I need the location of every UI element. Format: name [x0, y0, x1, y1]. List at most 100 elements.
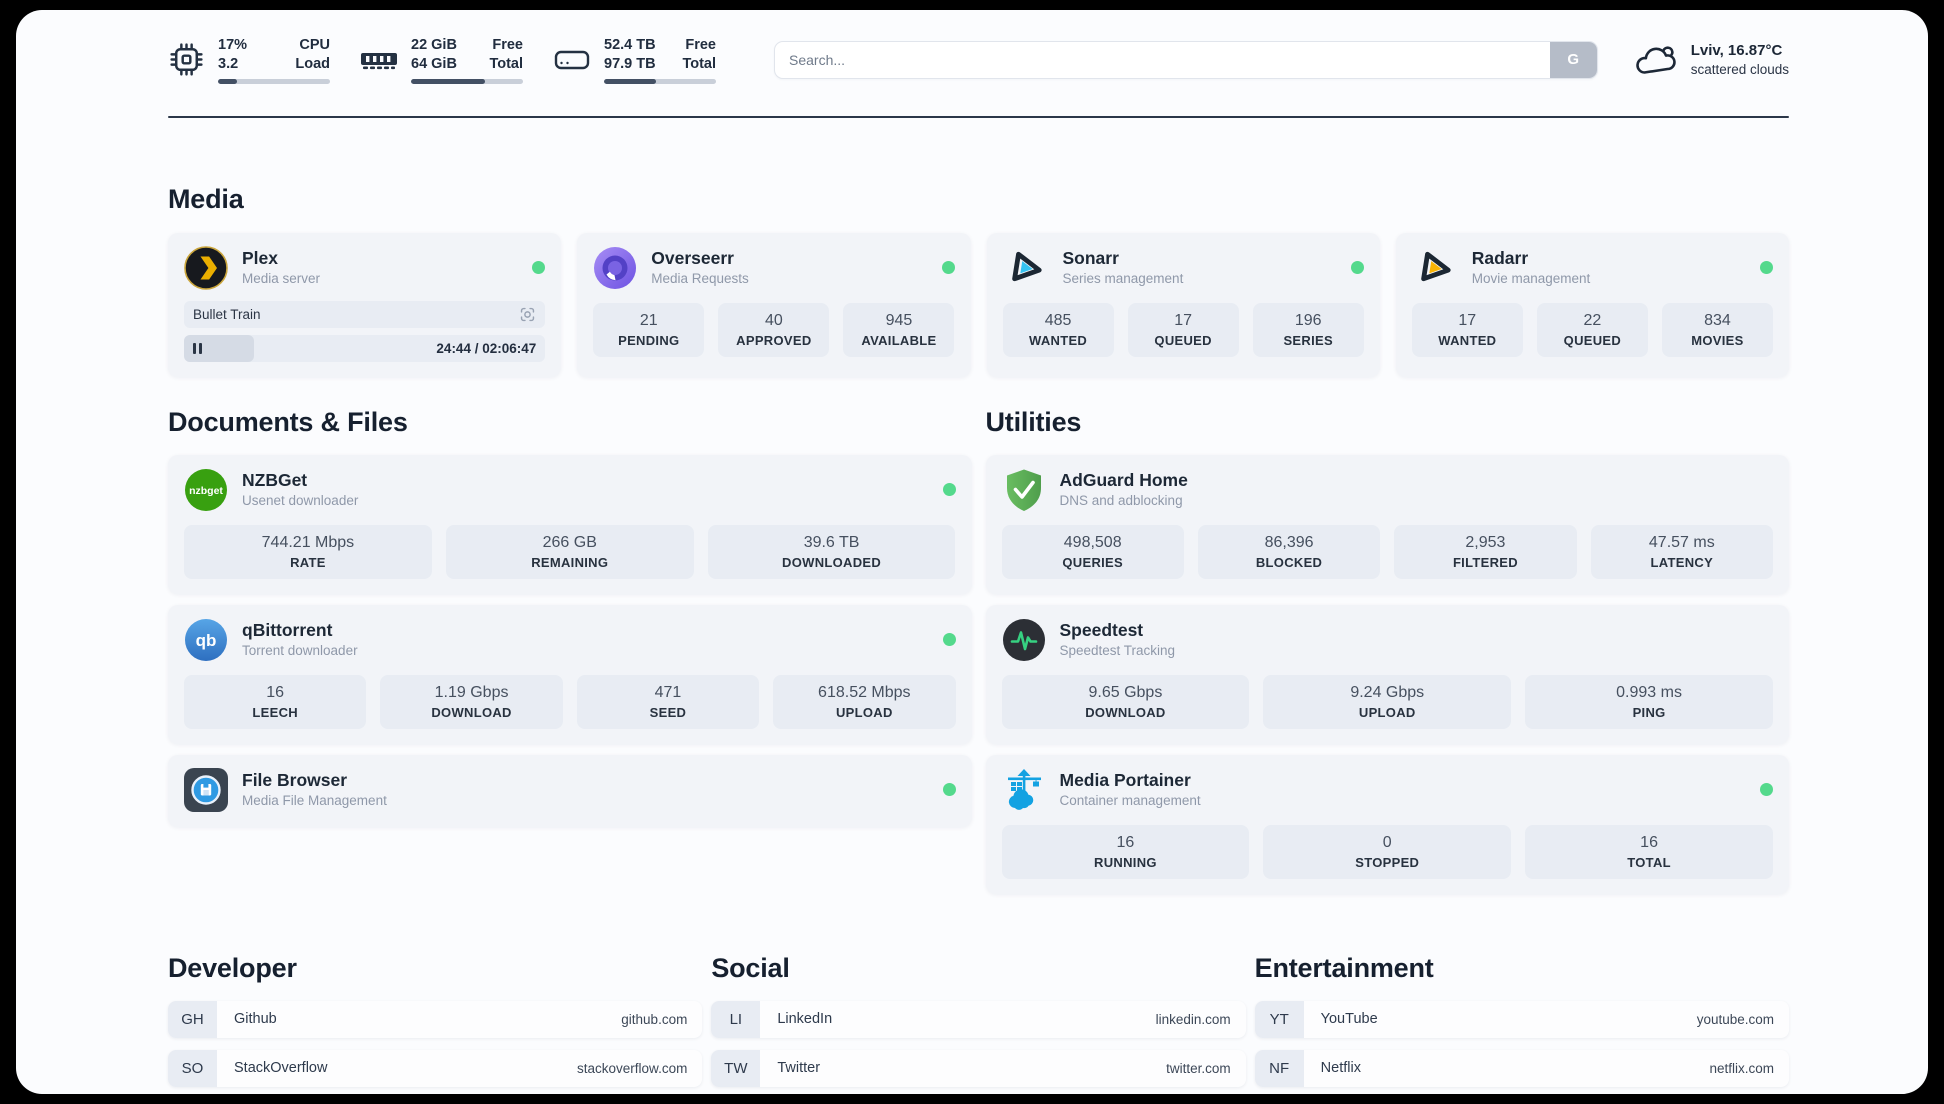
session-capture-icon[interactable] [519, 306, 536, 323]
stat-upload: 9.24 Gbps UPLOAD [1263, 674, 1512, 729]
app-card-sonarr[interactable]: Sonarr Series management 485 WANTED 17 Q… [986, 232, 1380, 377]
app-name: Overseerr [651, 248, 734, 268]
app-subtitle: Media server [242, 271, 321, 286]
status-online-dot [1760, 783, 1773, 796]
stat-rate: 744.21 Mbps RATE [184, 524, 432, 579]
stat-blocked: 86,396 BLOCKED [1197, 524, 1381, 579]
nzbget-icon: nzbget [185, 468, 227, 511]
bookmark-netflix[interactable]: NF Netflix netflix.com [1254, 1049, 1789, 1087]
scattered-clouds-icon [1635, 46, 1676, 74]
search-engine-button[interactable]: G [1549, 41, 1597, 78]
weather-widget: Lviv, 16.87°C scattered clouds [1632, 41, 1789, 79]
cpu-icon [170, 43, 203, 76]
cpu-load-label: Load [295, 56, 330, 72]
plex-icon [184, 245, 228, 290]
section-title-social: Social [711, 952, 790, 983]
app-card-adguard[interactable]: AdGuard Home DNS and adblocking 498,508 … [985, 454, 1789, 594]
app-subtitle: Torrent downloader [242, 643, 358, 658]
memory-widget: 22 GiB 64 GiB Free Total [360, 36, 523, 84]
now-playing-title: Bullet Train [193, 306, 261, 322]
cpu-label: CPU [299, 37, 330, 53]
memory-progress-fill [411, 79, 485, 84]
svg-text:nzbget: nzbget [189, 485, 223, 497]
media-grid: Plex Media server Bullet Train 24:44 / 0… [168, 232, 1789, 377]
app-name: Radarr [1471, 248, 1529, 268]
stat-seed: 471 SEED [576, 674, 760, 729]
section-title-documents: Documents & Files [168, 406, 408, 437]
memory-free-label: Free [492, 37, 523, 53]
memory-total-label: Total [489, 56, 523, 72]
radarr-icon [1420, 251, 1451, 281]
bookmark-youtube[interactable]: YT YouTube youtube.com [1254, 1000, 1789, 1038]
app-card-overseerr[interactable]: Overseerr Media Requests 21 PENDING 40 A… [577, 232, 971, 377]
app-name: Sonarr [1062, 248, 1119, 268]
app-name: AdGuard Home [1059, 470, 1188, 490]
stat-series: 196 SERIES [1252, 302, 1364, 357]
bookmark-twitter[interactable]: TW Twitter twitter.com [711, 1049, 1246, 1087]
top-bar: 17% 3.2 CPU Load 22 GiB 64 GiB Free Tota… [168, 36, 1789, 84]
filebrowser-icon [184, 767, 228, 812]
stat-downloaded: 39.6 TB DOWNLOADED [707, 524, 956, 579]
status-online-dot [1350, 261, 1364, 274]
app-card-speedtest[interactable]: Speedtest Speedtest Tracking 9.65 Gbps D… [985, 604, 1789, 744]
overseerr-icon [594, 246, 637, 289]
app-subtitle: Speedtest Tracking [1059, 643, 1176, 658]
bookmark-github[interactable]: GH Github github.com [168, 1000, 703, 1038]
bookmark-badge: LI [711, 1000, 761, 1038]
app-subtitle: Movie management [1471, 271, 1591, 286]
stat-pending: 21 PENDING [593, 302, 705, 357]
dashboard-page: 17% 3.2 CPU Load 22 GiB 64 GiB Free Tota… [16, 10, 1928, 1094]
bookmark-stackoverflow[interactable]: SO StackOverflow stackoverflow.com [168, 1049, 703, 1087]
stat-upload: 618.52 Mbps UPLOAD [773, 674, 956, 729]
section-title-entertainment: Entertainment [1254, 952, 1434, 983]
stat-leech: 16 LEECH [184, 674, 367, 729]
bookmark-linkedin[interactable]: LI LinkedIn linkedin.com [711, 1000, 1246, 1038]
stat-wanted: 17 WANTED [1411, 302, 1523, 357]
app-name: Speedtest [1059, 620, 1144, 640]
weather-location-temp: Lviv, 16.87°C [1690, 41, 1783, 59]
now-playing-progress-row[interactable]: 24:44 / 02:06:47 [184, 334, 546, 362]
stat-latency: 47.57 ms LATENCY [1590, 524, 1773, 579]
portainer-icon [1007, 768, 1041, 810]
app-card-portainer[interactable]: Media Portainer Container management 16 … [985, 754, 1789, 894]
stat-approved: 40 APPROVED [718, 302, 830, 357]
sonarr-icon [1011, 251, 1042, 281]
disk-free-label: Free [685, 37, 716, 53]
app-subtitle: Usenet downloader [242, 493, 359, 508]
app-card-qbittorrent[interactable]: qb qBittorrent Torrent downloader 16 LEE… [168, 604, 972, 744]
disk-progress-fill [604, 79, 656, 84]
app-card-nzbget[interactable]: nzbget NZBGet Usenet downloader 744.21 M… [168, 454, 972, 594]
pause-icon[interactable] [193, 342, 202, 354]
app-name: Media Portainer [1059, 770, 1191, 790]
cpu-progress-fill [218, 79, 238, 84]
memory-progress-track [411, 79, 523, 84]
bookmark-group-social: Social LI LinkedIn linkedin.com TW Twitt… [711, 929, 1246, 1095]
app-subtitle: Container management [1059, 793, 1201, 808]
stat-movies: 834 MOVIES [1661, 302, 1773, 357]
header-divider [168, 115, 1789, 118]
bookmark-badge: GH [168, 1000, 217, 1038]
section-title-utilities: Utilities [985, 406, 1082, 437]
status-online-dot [942, 783, 956, 796]
bookmarks-section: Developer GH Github github.com SO StackO… [168, 929, 1789, 1095]
hard-drive-icon [554, 50, 590, 69]
app-name: NZBGet [242, 470, 308, 490]
stat-running: 16 RUNNING [1001, 824, 1250, 879]
speedtest-icon [1002, 618, 1045, 661]
app-name: File Browser [242, 770, 348, 790]
stat-remaining: 266 GB REMAINING [445, 524, 694, 579]
app-card-plex[interactable]: Plex Media server Bullet Train 24:44 / 0… [168, 232, 562, 377]
app-card-filebrowser[interactable]: File Browser Media File Management [168, 754, 972, 827]
memory-free-value: 22 GiB [411, 37, 457, 53]
search-input[interactable] [774, 40, 1598, 79]
playback-time: 24:44 / 02:06:47 [436, 340, 537, 356]
status-online-dot [942, 483, 956, 496]
disk-free-value: 52.4 TB [604, 37, 656, 53]
stat-queued: 17 QUEUED [1127, 302, 1239, 357]
bookmark-badge: TW [711, 1049, 761, 1087]
documents-column: Documents & Files nzbget NZBGet Usenet d… [168, 377, 972, 905]
app-card-radarr[interactable]: Radarr Movie management 17 WANTED 22 QUE… [1395, 232, 1789, 377]
qbittorrent-icon: qb [185, 618, 227, 661]
app-subtitle: DNS and adblocking [1059, 493, 1183, 508]
cpu-percent: 17% [218, 37, 248, 53]
